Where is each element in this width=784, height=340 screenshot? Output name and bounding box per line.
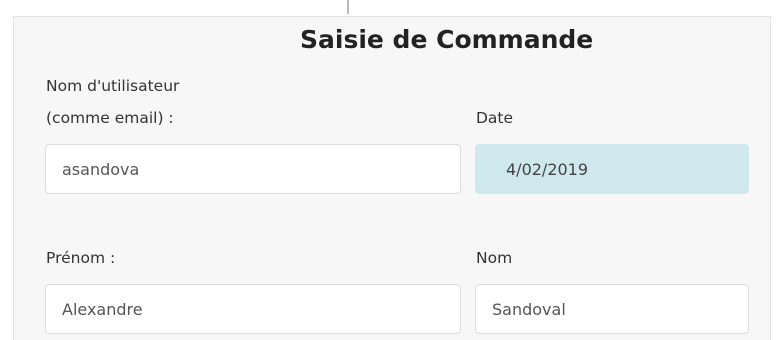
username-input[interactable] bbox=[45, 144, 461, 194]
date-input[interactable] bbox=[475, 144, 749, 194]
username-label-line1: Nom d'utilisateur bbox=[46, 77, 180, 95]
first-name-input[interactable] bbox=[45, 284, 461, 334]
last-name-label: Nom bbox=[476, 249, 513, 267]
username-label-line2: (comme email) : bbox=[46, 109, 174, 127]
form-title: Saisie de Commande bbox=[300, 25, 594, 54]
top-divider bbox=[347, 0, 349, 14]
date-label: Date bbox=[476, 109, 514, 127]
last-name-input[interactable] bbox=[475, 284, 749, 334]
page: Saisie de Commande Nom d'utilisateur (co… bbox=[0, 0, 784, 340]
first-name-label: Prénom : bbox=[46, 249, 116, 267]
